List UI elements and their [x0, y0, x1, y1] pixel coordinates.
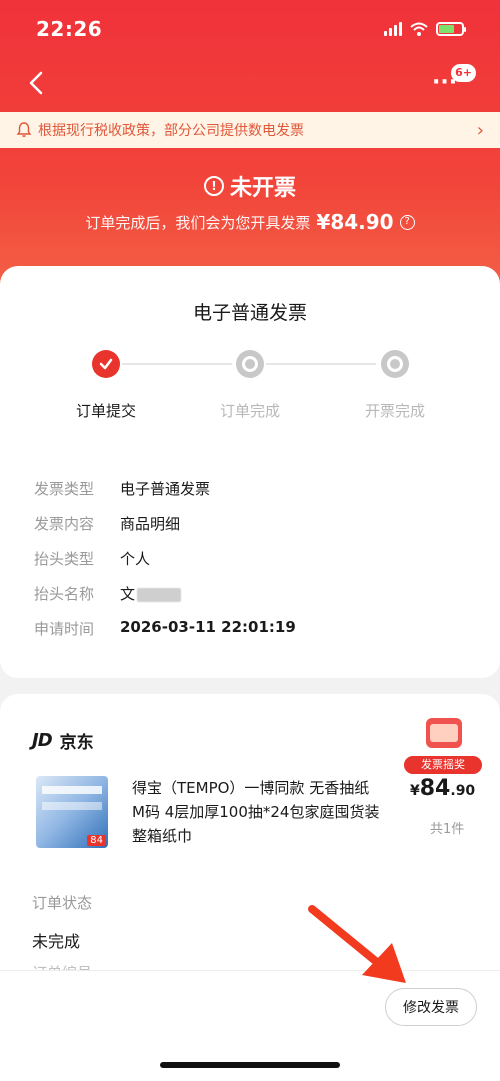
status-bar: 22:26: [0, 0, 500, 58]
order-status-label: 订单状态: [32, 894, 93, 912]
price-integer: 84: [419, 776, 451, 801]
detail-row: 申请时间 2026-03-11 22:01:19: [34, 618, 296, 639]
detail-key: 抬头名称: [34, 585, 95, 603]
status-icons: [384, 22, 466, 36]
detail-row: 发票内容 商品明细: [34, 513, 180, 534]
invoice-lottery-label: 发票摇奖: [404, 756, 482, 774]
gift-icon: [426, 718, 462, 748]
product-image-tag: 84: [87, 835, 106, 846]
invoice-status-title: ! 未开票: [0, 170, 500, 202]
annotation-arrow-icon: [308, 905, 406, 983]
step-dot-pending: [236, 350, 264, 378]
invoice-status-subtitle: 订单完成后，我们会为您开具发票 ¥84.90 ?: [0, 210, 500, 234]
detail-value-text: 文: [120, 585, 136, 603]
invoice-status-description: 订单完成后，我们会为您开具发票: [85, 213, 311, 232]
step-label: 开票完成: [364, 402, 425, 420]
detail-key: 发票类型: [34, 480, 95, 498]
notice-text: 根据现行税收政策，部分公司提供数电发票: [38, 123, 304, 139]
detail-value: 2026-03-11 22:01:19: [120, 618, 296, 636]
invoice-card: [0, 266, 500, 678]
product-quantity: 共1件: [430, 822, 465, 837]
detail-row: 抬头类型 个人: [34, 548, 150, 569]
product-price: ¥84.90: [410, 776, 475, 801]
invoice-amount: ¥84.90: [316, 210, 394, 234]
chevron-right-icon: ›: [476, 119, 484, 141]
detail-key: 申请时间: [34, 620, 95, 638]
detail-value: 文: [120, 583, 182, 604]
detail-row: 发票类型 电子普通发票: [34, 478, 210, 499]
notice-bar[interactable]: 根据现行税收政策，部分公司提供数电发票 ›: [0, 112, 500, 148]
invoice-lottery-badge[interactable]: 发票摇奖: [404, 718, 482, 774]
signal-icon: [384, 22, 402, 36]
step-label: 订单提交: [75, 402, 136, 420]
product-image[interactable]: 84: [36, 776, 108, 848]
wifi-icon: [410, 22, 428, 36]
product-title[interactable]: 得宝（TEMPO）一博同款 无香抽纸 M码 4层加厚100抽*24包家庭囤货装 …: [132, 776, 382, 848]
detail-row: 抬头名称 文: [34, 583, 182, 604]
progress-line: [122, 363, 232, 365]
invoice-card-title: 电子普通发票: [192, 302, 307, 324]
step-dot-done: [92, 350, 120, 378]
help-icon[interactable]: ?: [399, 214, 415, 230]
edit-invoice-button[interactable]: 修改发票: [385, 988, 477, 1026]
checkmark-icon: [99, 358, 113, 370]
detail-value: 商品明细: [120, 515, 181, 533]
step-label: 订单完成: [219, 402, 280, 420]
step-dot-pending: [381, 350, 409, 378]
detail-key: 发票内容: [34, 515, 95, 533]
status-time: 22:26: [36, 17, 103, 41]
price-decimal: .90: [450, 783, 476, 799]
price-currency: ¥: [410, 783, 420, 799]
home-indicator: [160, 1062, 340, 1068]
info-icon: !: [203, 176, 224, 196]
order-status-value: 未完成: [32, 932, 81, 951]
nav-bar: ··· 6+: [0, 60, 500, 108]
invoice-status-text: 未开票: [229, 176, 296, 201]
detail-value: 电子普通发票: [120, 480, 211, 498]
shop-name: 京东: [59, 733, 94, 753]
back-arrow-icon[interactable]: [24, 70, 50, 96]
detail-value: 个人: [120, 550, 151, 568]
progress-line: [266, 363, 376, 365]
message-badge: 6+: [451, 64, 476, 82]
redacted-block: [137, 587, 182, 602]
shop-row[interactable]: JD 京东: [32, 728, 94, 753]
detail-key: 抬头类型: [34, 550, 95, 568]
battery-icon: [436, 22, 466, 36]
order-number-label: 订单编号: [32, 962, 92, 970]
bell-icon: [16, 122, 32, 137]
jd-logo: JD: [32, 730, 53, 751]
